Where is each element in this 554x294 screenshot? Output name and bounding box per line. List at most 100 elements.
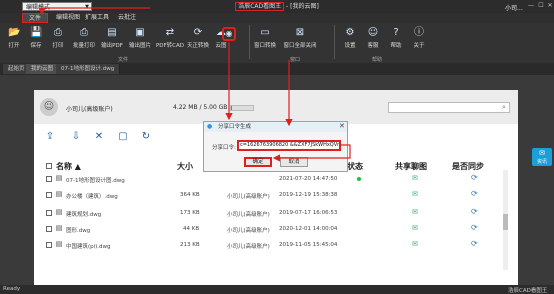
- open-button[interactable]: 📂 打开: [3, 24, 25, 56]
- help-icon: ?: [393, 27, 399, 38]
- row-checkbox[interactable]: [46, 226, 52, 232]
- share-chat-icon[interactable]: ✉: [412, 174, 418, 182]
- export-image-button[interactable]: ▣ 输出图片: [127, 24, 153, 56]
- share-chat-icon[interactable]: ✉: [412, 240, 418, 248]
- file-date: 2020-12-01 14:00:04: [279, 226, 338, 232]
- minimize-icon[interactable]: —: [527, 2, 535, 10]
- column-sync[interactable]: 是否同步: [452, 161, 484, 172]
- dwg-file-icon: ▤: [55, 208, 63, 216]
- status-bar: [0, 285, 554, 294]
- export-pdf-button[interactable]: ▤ 输出PDF: [99, 24, 125, 56]
- window-convert-icon: ▭: [260, 27, 270, 38]
- dwg-file-icon: ▤: [55, 174, 63, 182]
- column-shared[interactable]: 共享聊图: [395, 161, 427, 172]
- doc-title: - [我的云图]: [286, 3, 319, 10]
- pdf-icon: ▤: [107, 27, 117, 38]
- folder-icon[interactable]: ▢: [117, 131, 129, 143]
- share-code-field[interactable]: c=1626763906820 &&ZXF7JSkWHxQVnvwbE: [237, 140, 341, 151]
- close-all-icon: ⊠: [295, 27, 305, 38]
- refresh-icon[interactable]: ↻: [140, 131, 152, 143]
- file-size: 364 KB: [180, 192, 200, 198]
- pdf-to-cad-button[interactable]: ⇄ PDF转CAD: [155, 24, 185, 56]
- storage-bar-fill: [231, 106, 232, 110]
- about-button[interactable]: ⓘ 关于: [408, 24, 430, 56]
- pdf-convert-icon: ⇄: [165, 27, 175, 38]
- print-button[interactable]: ⎙ 打印: [47, 24, 69, 56]
- open-icon: 📂: [8, 27, 21, 38]
- file-name[interactable]: 07-1地形图设计图.dwg: [66, 176, 125, 184]
- file-date: 2019-07-17 16:06:53: [279, 210, 338, 216]
- support-button[interactable]: ☺ 客服: [362, 24, 384, 56]
- close-icon[interactable]: ✕: [339, 122, 345, 130]
- sync-icon[interactable]: ⟳: [471, 207, 478, 216]
- batch-print-button[interactable]: ⎙ 批量打印: [70, 24, 98, 56]
- file-owner: 小司儿(高级账户): [227, 244, 270, 250]
- row-checkbox[interactable]: [46, 176, 52, 182]
- share-code-label: 分享口令:: [212, 145, 236, 151]
- window-title: 浩辰CAD看图王 - [我的云图]: [0, 0, 554, 13]
- download-icon[interactable]: ⇩: [70, 131, 82, 143]
- settings-button[interactable]: ⚙ 设置: [339, 24, 361, 56]
- ribbon-group-help: 帮助: [372, 57, 383, 63]
- status-app-name: 浩辰CAD看图王: [508, 288, 548, 294]
- help-button[interactable]: ? 帮助: [385, 24, 407, 56]
- user-name[interactable]: 小司...: [505, 3, 523, 12]
- column-name[interactable]: 名称 ▲: [56, 161, 81, 172]
- column-status[interactable]: 状态: [347, 161, 363, 172]
- share-chat-icon[interactable]: ✉: [412, 190, 418, 198]
- save-button[interactable]: 💾 保存: [25, 24, 47, 56]
- file-name[interactable]: 图形.dwg: [66, 226, 90, 234]
- file-owner: 小司儿(高级账户): [227, 194, 270, 200]
- file-date: 2019-12-19 15:38:38: [279, 192, 338, 198]
- sync-icon[interactable]: ⟳: [471, 239, 478, 248]
- news-widget[interactable]: ✉ 资讯: [532, 148, 552, 166]
- scrollbar-thumb[interactable]: [503, 214, 508, 230]
- tab-drawing[interactable]: 07-1地形图设计.dwg: [56, 64, 121, 74]
- search-icon[interactable]: ⌕: [499, 103, 509, 112]
- dwg-file-icon: ▤: [55, 224, 63, 232]
- maximize-icon[interactable]: ☐: [537, 2, 545, 10]
- storage-bar: [230, 105, 254, 111]
- delete-icon[interactable]: ✕: [93, 131, 105, 143]
- column-size[interactable]: 大小: [177, 161, 193, 172]
- file-name[interactable]: 中国建筑(pi).dwg: [66, 242, 111, 250]
- ribbon-separator: [249, 25, 250, 59]
- file-size: 173 KB: [180, 210, 200, 216]
- ok-button[interactable]: 确定: [244, 157, 272, 167]
- row-checkbox[interactable]: [46, 210, 52, 216]
- menu-file[interactable]: 文件: [22, 13, 49, 23]
- menu-cloud-annotation[interactable]: 云批注: [115, 13, 139, 23]
- menu-edit-view[interactable]: 编辑视图: [53, 13, 83, 23]
- status-text: Ready: [3, 286, 21, 292]
- status-dot: [357, 177, 361, 181]
- file-name[interactable]: 办公楼（建筑）.dwg: [66, 192, 118, 200]
- select-all-checkbox[interactable]: [46, 163, 52, 169]
- tangent-convert-button[interactable]: ⟳ 天正转换: [186, 24, 210, 56]
- sync-icon[interactable]: ⟳: [471, 189, 478, 198]
- close-icon[interactable]: ✕: [546, 2, 554, 10]
- cancel-button[interactable]: 取消: [280, 157, 308, 167]
- row-checkbox[interactable]: [46, 192, 52, 198]
- sync-icon[interactable]: ⟳: [471, 223, 478, 232]
- close-all-windows-button[interactable]: ⊠ 窗口全部关闭: [280, 24, 320, 56]
- file-size: 213 KB: [180, 242, 200, 248]
- file-date: 2021-07-20 14:47:50: [279, 176, 338, 182]
- row-checkbox[interactable]: [46, 242, 52, 248]
- file-owner: 小司儿(高级账户): [227, 212, 270, 218]
- search-input[interactable]: [388, 102, 510, 113]
- share-button[interactable]: ◉: [222, 27, 236, 41]
- tab-my-cloud[interactable]: 我的云图: [26, 64, 60, 74]
- image-icon: ▣: [135, 27, 145, 38]
- menu-extensions[interactable]: 扩展工具: [82, 13, 112, 23]
- upload-icon[interactable]: ⇪: [44, 131, 56, 143]
- window-convert-button[interactable]: ▭ 窗口转换: [252, 24, 278, 56]
- avatar[interactable]: ☺: [40, 98, 58, 116]
- share-chat-icon[interactable]: ✉: [412, 224, 418, 232]
- save-icon: 💾: [30, 27, 43, 38]
- dwg-file-icon: ▤: [55, 240, 63, 248]
- sync-icon[interactable]: ⟳: [471, 173, 478, 182]
- share-chat-icon[interactable]: ✉: [412, 208, 418, 216]
- file-name[interactable]: 建筑规划.dwg: [66, 210, 101, 218]
- print-icon: ⎙: [54, 27, 62, 38]
- file-owner: 小司儿(高级账户): [227, 228, 270, 234]
